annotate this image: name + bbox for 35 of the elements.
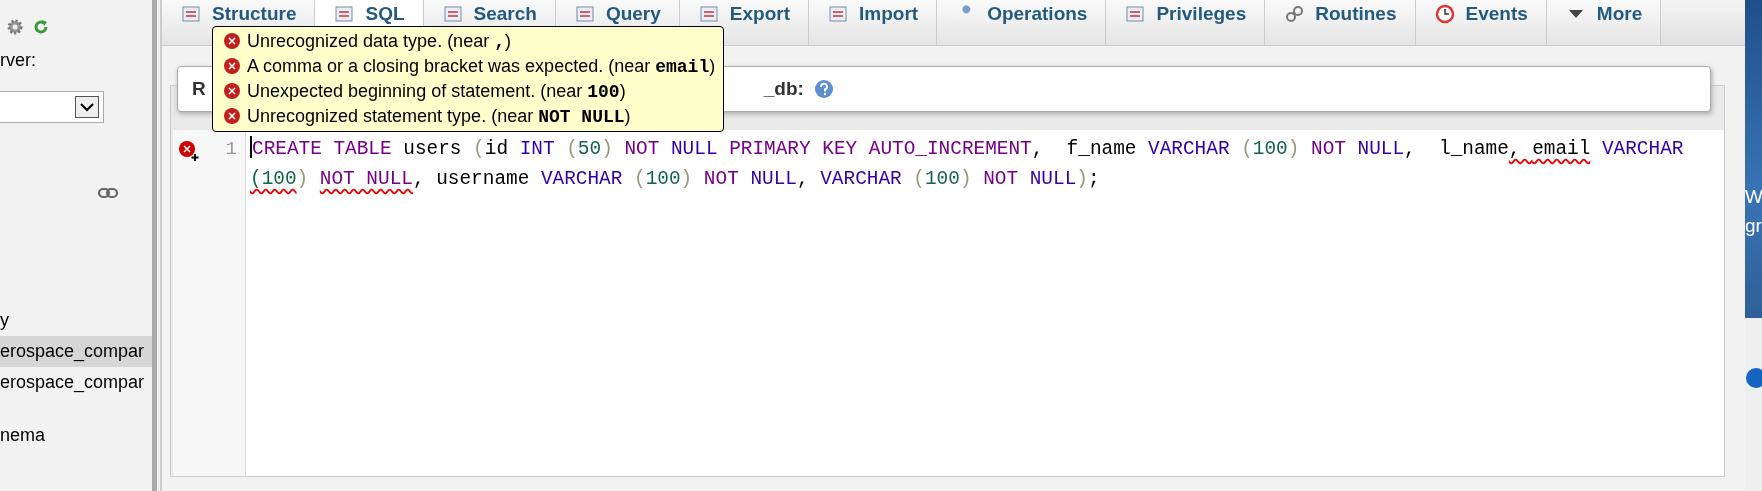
tree-item[interactable]: nema <box>0 420 152 451</box>
reload-icon[interactable] <box>32 18 50 36</box>
server-label: rver: <box>0 50 37 71</box>
tree-item[interactable]: erospace_compar <box>0 336 152 367</box>
settings-icon[interactable] <box>6 18 24 36</box>
code-text: CREATE TABLE users (id INT (50) NOT NULL PRIMARY KEY AUTO_INCREMENT, f_name VARCHAR (100) NOT NULL, l_name, email VARCHAR (100) NOT NULL, username VARCHAR (100) NOT NULL, VARCHAR (100) NOT NULL); <box>246 130 1724 476</box>
error-icon <box>223 107 241 125</box>
tree-item[interactable]: erospace_compar <box>0 367 152 398</box>
tab[interactable]: Operations <box>937 0 1107 45</box>
server-select[interactable] <box>0 91 104 123</box>
tree-item[interactable]: y <box>0 305 152 336</box>
link-icon[interactable] <box>98 187 118 199</box>
desktop-text: gr <box>1745 214 1762 238</box>
tab-icon <box>697 3 720 25</box>
tab-icon <box>827 3 849 25</box>
tab[interactable]: Import <box>809 0 938 45</box>
line-number: 1 <box>225 138 237 160</box>
tab[interactable]: More <box>1546 0 1662 45</box>
desktop-text: W <box>1745 185 1762 209</box>
error-icon <box>223 82 241 100</box>
error-message: Unrecognized statement type. (near NOT NULL) <box>247 105 631 127</box>
tab[interactable]: Events <box>1415 0 1547 45</box>
tab-icon <box>1124 3 1147 25</box>
error-icon <box>223 57 241 75</box>
tab-icon <box>573 3 596 25</box>
error-message: A comma or a closing bracket was expected. (near email) <box>247 55 716 77</box>
tab-icon <box>1433 3 1456 25</box>
error-marker-icon <box>178 140 200 162</box>
tab[interactable]: Privileges <box>1106 0 1266 45</box>
tab-icon <box>180 3 202 25</box>
tab-icon <box>1283 3 1306 25</box>
tab[interactable]: Routines <box>1265 0 1416 45</box>
error-icon <box>223 32 241 50</box>
tab-icon <box>441 3 464 25</box>
tab-icon <box>333 3 356 25</box>
